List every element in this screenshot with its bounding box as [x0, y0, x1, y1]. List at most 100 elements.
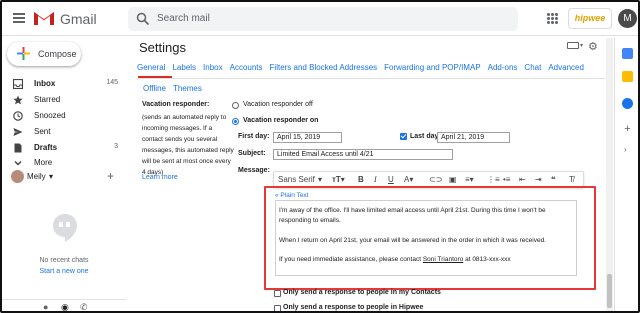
tab-filters[interactable]: Filters and Blocked Addresses — [270, 63, 378, 72]
link-icon[interactable]: ⊂⊃ — [429, 175, 442, 184]
app-name: Gmail — [60, 11, 97, 27]
compose-button[interactable]: Compose — [7, 42, 81, 66]
hangouts-footer: ● ◉ ✆ — [2, 299, 126, 311]
tab-accounts[interactable]: Accounts — [230, 63, 263, 72]
avatar — [11, 170, 24, 183]
sidebar-item-label: More — [34, 158, 53, 167]
brand-badge: hipwee — [568, 8, 612, 29]
contacts-only-label[interactable]: Only send a response to people in my Con… — [283, 289, 441, 296]
account-avatar[interactable]: M — [618, 9, 637, 28]
sidebar-item-inbox[interactable]: Inbox 145 — [2, 76, 126, 92]
vacation-heading: Vacation responder: — [142, 101, 210, 108]
gmail-logo-icon[interactable] — [33, 10, 55, 26]
italic-icon[interactable]: I — [374, 175, 377, 184]
main-menu-icon[interactable] — [13, 13, 25, 23]
numbered-list-icon[interactable]: ⋮≡ — [487, 175, 500, 184]
highlight-annotation — [264, 186, 596, 290]
settings-tabs: General Labels Inbox Accounts Filters and Bl… — [137, 63, 591, 77]
add-icon[interactable]: + — [622, 124, 633, 135]
text-color-icon[interactable]: A▾ — [404, 175, 413, 184]
remove-formatting-icon[interactable]: T̸ — [569, 175, 574, 184]
sidebar-item-label: Inbox — [34, 79, 56, 88]
tab-forwarding[interactable]: Forwarding and POP/IMAP — [384, 63, 480, 72]
last-day-checkbox[interactable] — [400, 133, 407, 140]
sidebar-item-snoozed[interactable]: Snoozed — [2, 108, 126, 124]
tab-add-ons[interactable]: Add-ons — [488, 63, 518, 72]
sidebar-item-sent[interactable]: Sent — [2, 124, 126, 140]
last-day-input[interactable]: April 21, 2019 — [437, 132, 510, 143]
compose-label: Compose — [38, 49, 77, 59]
tasks-icon[interactable] — [622, 98, 633, 109]
tabs-divider — [137, 78, 605, 79]
vacation-off-radio[interactable] — [232, 102, 239, 109]
sidebar-item-label: Starred — [34, 95, 61, 104]
hangouts-user-name: Meily — [27, 172, 46, 181]
gmail-window: Gmail Search mail hipwee M Compose Inbox… — [0, 0, 640, 313]
bold-icon[interactable]: B — [358, 175, 364, 184]
align-icon[interactable]: ≡▾ — [465, 175, 474, 184]
search-icon[interactable] — [136, 12, 150, 26]
vacation-on-radio[interactable] — [232, 118, 239, 125]
sidebar-item-starred[interactable]: Starred — [2, 92, 126, 108]
hangouts-icon[interactable]: ◉ — [61, 302, 69, 311]
tab-chat[interactable]: Chat — [524, 63, 541, 72]
underline-icon[interactable]: U — [388, 175, 394, 184]
add-contact-icon[interactable]: + — [107, 169, 114, 183]
vacation-off-label[interactable]: Vacation responder off — [243, 101, 313, 108]
unread-count: 145 — [106, 79, 118, 86]
vacation-on-label[interactable]: Vacation responder on — [243, 117, 318, 124]
subject-input[interactable]: Limited Email Access until 4/21 — [273, 149, 453, 160]
chevron-down-icon[interactable]: ▾ — [580, 42, 583, 49]
tab-general[interactable]: General — [137, 63, 165, 72]
contacts-only-checkbox[interactable] — [274, 290, 281, 297]
person-icon[interactable]: ● — [43, 302, 48, 311]
chevron-right-icon[interactable]: › — [624, 145, 627, 154]
chevron-down-icon[interactable]: ▾ — [49, 172, 53, 181]
domain-only-label[interactable]: Only send a response to people in Hipwee — [283, 304, 423, 311]
tab-inbox[interactable]: Inbox — [203, 63, 223, 72]
start-new-chat-link[interactable]: Start a new one — [2, 268, 126, 275]
domain-only-checkbox[interactable] — [274, 305, 281, 311]
settings-tabs-row2: Offline Themes — [143, 84, 209, 93]
plus-icon — [17, 47, 30, 60]
gear-icon[interactable]: ⚙ — [588, 40, 598, 53]
font-size-icon[interactable]: тT▾ — [332, 175, 345, 184]
sidebar-item-label: Sent — [34, 127, 51, 136]
indent-less-icon[interactable]: ⇤ — [519, 175, 526, 184]
sidebar-item-label: Drafts — [34, 143, 58, 152]
star-icon — [13, 95, 23, 105]
sidebar-item-drafts[interactable]: Drafts 3 — [2, 140, 126, 156]
draft-count: 3 — [114, 143, 118, 150]
tab-labels[interactable]: Labels — [172, 63, 196, 72]
keyboard-icon[interactable] — [567, 42, 579, 49]
indent-more-icon[interactable]: ⇥ — [535, 175, 542, 184]
chevron-down-icon — [14, 160, 22, 166]
font-select[interactable]: Sans Serif — [278, 175, 315, 184]
draft-icon — [14, 143, 22, 153]
tab-advanced[interactable]: Advanced — [548, 63, 584, 72]
hangouts-user[interactable]: Meily ▾ + — [2, 169, 126, 184]
chat-bubble-icon — [53, 214, 77, 242]
chevron-down-icon[interactable]: ▾ — [318, 175, 322, 184]
tab-themes[interactable]: Themes — [173, 84, 202, 93]
subject-label: Subject: — [238, 150, 266, 157]
phone-icon[interactable]: ✆ — [80, 302, 88, 311]
keep-icon[interactable] — [622, 71, 633, 82]
clock-icon — [13, 111, 23, 121]
search-bar[interactable]: Search mail — [128, 7, 518, 31]
tab-offline[interactable]: Offline — [143, 84, 166, 93]
first-day-input[interactable]: April 15, 2019 — [273, 132, 342, 143]
calendar-icon[interactable] — [622, 48, 633, 59]
top-bar: Gmail Search mail hipwee M — [2, 2, 638, 36]
quote-icon[interactable]: ❝ — [551, 175, 556, 184]
page-title: Settings — [139, 40, 186, 55]
search-input[interactable]: Search mail — [157, 13, 210, 24]
no-chats-text: No recent chats — [39, 257, 89, 264]
image-icon[interactable]: ▣ — [449, 175, 457, 184]
learn-more-link[interactable]: Learn more — [142, 174, 178, 181]
bulleted-list-icon[interactable]: •≡ — [503, 175, 510, 184]
apps-grid-icon[interactable] — [547, 13, 558, 24]
scrollbar[interactable] — [606, 38, 613, 311]
scrollbar-thumb[interactable] — [607, 274, 612, 308]
vacation-description: (sends an automated reply to incoming me… — [142, 114, 234, 176]
